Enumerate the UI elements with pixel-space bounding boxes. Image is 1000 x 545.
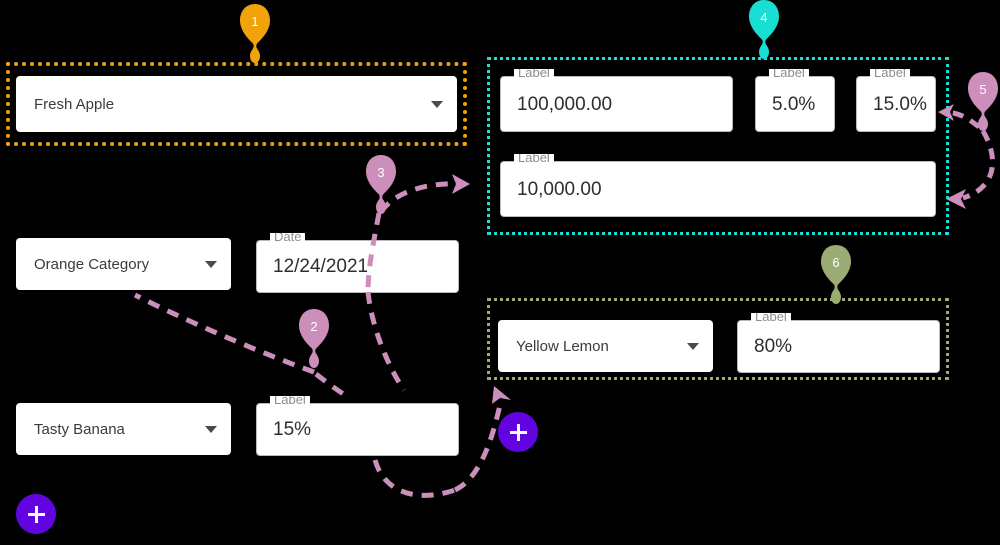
amount-primary-field[interactable]: Label 100,000.00 — [500, 69, 733, 132]
fresh-apple-select[interactable]: Fresh Apple — [16, 76, 457, 132]
marker-2-number: 2 — [310, 319, 318, 334]
percent-eighty-value: 80% — [754, 336, 793, 357]
arrow-path-5-lower — [962, 129, 996, 201]
percent-fifteen-field[interactable]: Label 15% — [256, 396, 459, 456]
plus-icon — [27, 505, 45, 523]
arrow-tail-3b — [365, 291, 407, 392]
marker-6-number: 6 — [832, 255, 840, 270]
date-value: 12/24/2021 — [273, 256, 369, 277]
arrow-path-bottom-a — [372, 459, 456, 498]
annotated-form-canvas: Fresh Apple Label 100,000.00 Label 5.0% … — [0, 0, 1000, 545]
tasty-banana-value: Tasty Banana — [34, 421, 125, 437]
marker-1: 1 — [238, 2, 272, 68]
rate-large-field[interactable]: Label 15.0% — [856, 69, 936, 132]
marker-4: 4 — [747, 0, 781, 64]
arrow-head-bottom — [492, 386, 511, 404]
plus-icon — [509, 423, 527, 441]
chevron-down-icon — [431, 100, 443, 108]
percent-eighty-field[interactable]: Label 80% — [737, 313, 940, 373]
rate-small-value: 5.0% — [772, 93, 816, 115]
date-label: Date — [270, 233, 306, 242]
rate-large-value: 15.0% — [873, 93, 927, 115]
amount-secondary-label: Label — [514, 154, 554, 163]
arrow-path-bottom-b — [453, 404, 503, 493]
marker-5: 5 — [966, 70, 1000, 136]
chevron-down-icon — [205, 260, 217, 268]
yellow-lemon-value: Yellow Lemon — [516, 338, 609, 354]
rate-large-label: Label — [870, 69, 910, 78]
chevron-down-icon — [687, 342, 699, 350]
amount-primary-label: Label — [514, 69, 554, 78]
tasty-banana-select[interactable]: Tasty Banana — [16, 403, 231, 455]
fresh-apple-value: Fresh Apple — [34, 96, 115, 112]
amount-secondary-value: 10,000.00 — [517, 178, 602, 200]
yellow-lemon-select[interactable]: Yellow Lemon — [498, 320, 713, 372]
arrow-path-3 — [378, 181, 463, 214]
add-button-center[interactable] — [498, 412, 538, 452]
rate-small-field[interactable]: Label 5.0% — [755, 69, 835, 132]
arrow-path-2-right — [314, 372, 350, 400]
amount-secondary-field[interactable]: Label 10,000.00 — [500, 154, 936, 217]
orange-category-value: Orange Category — [34, 256, 150, 272]
marker-3-number: 3 — [377, 165, 385, 180]
amount-primary-value: 100,000.00 — [517, 93, 613, 115]
arrow-path-5-upper — [943, 109, 981, 129]
percent-fifteen-label: Label — [270, 396, 310, 405]
marker-1-number: 1 — [251, 14, 259, 29]
marker-2: 2 — [297, 307, 331, 373]
arrow-head-3 — [452, 174, 470, 194]
orange-category-select[interactable]: Orange Category — [16, 238, 231, 290]
arrow-head-5-upper — [938, 104, 954, 121]
marker-5-number: 5 — [979, 82, 987, 97]
arrow-head-5-lower — [946, 189, 966, 209]
chevron-down-icon — [205, 425, 217, 433]
percent-eighty-label: Label — [751, 313, 791, 322]
add-button-bottom-left[interactable] — [16, 494, 56, 534]
percent-fifteen-value: 15% — [273, 419, 312, 440]
arrow-path-2-left — [133, 292, 315, 375]
marker-4-number: 4 — [760, 10, 768, 25]
marker-6: 6 — [819, 243, 853, 309]
rate-small-label: Label — [769, 69, 809, 78]
marker-3: 3 — [364, 153, 398, 219]
date-field[interactable]: Date 12/24/2021 — [256, 233, 459, 293]
